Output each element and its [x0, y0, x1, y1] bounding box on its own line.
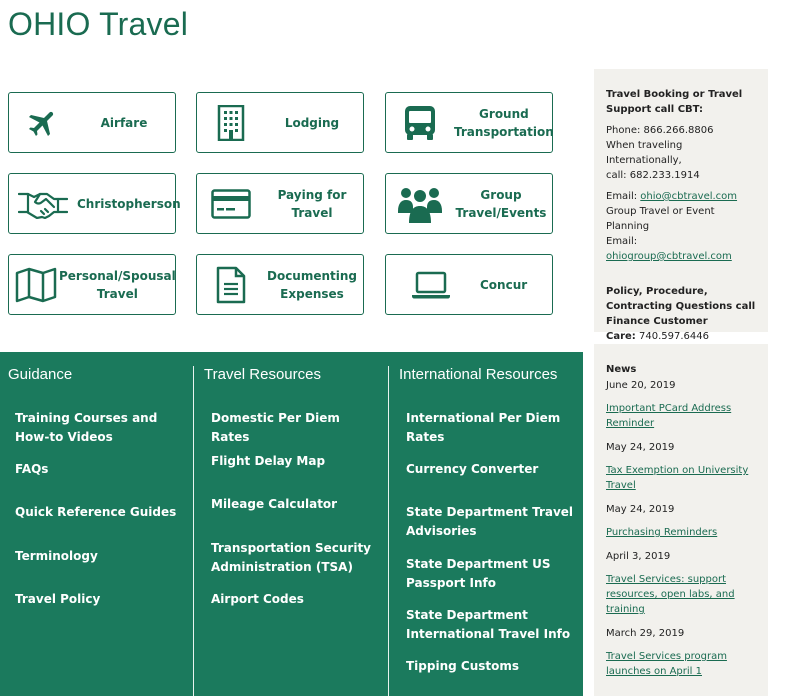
cbt-heading: Travel Booking or Travel Support call CBT… [606, 89, 743, 115]
international-resources-column: International Resources International Pe… [391, 352, 583, 696]
international-resource-link[interactable]: Currency Converter [406, 460, 576, 479]
cbt-email-line: Email: ohio@cbtravel.com [606, 191, 738, 202]
guidance-column: Guidance Training Courses and How-to Vid… [0, 352, 193, 696]
laptop-icon [386, 255, 476, 314]
tile-label: Christopherson [77, 196, 181, 211]
travel-resource-link[interactable]: Flight Delay Map [211, 452, 381, 471]
international-resources-heading: International Resources [399, 366, 558, 383]
cbt-group-email-line: Email: ohiogroup@cbtravel.com [606, 236, 732, 262]
tile-label: Personal/Spousal Travel [59, 268, 176, 301]
handshake-icon [9, 174, 77, 233]
column-divider [388, 366, 389, 696]
guidance-link[interactable]: Travel Policy [15, 590, 185, 609]
cbt-email-link[interactable]: ohio@cbtravel.com [640, 191, 737, 202]
travel-resource-link[interactable]: Airport Codes [211, 590, 381, 609]
policy-heading: Policy, Procedure, Contracting Questions … [606, 286, 756, 327]
news-link[interactable]: Purchasing Reminders [606, 525, 756, 540]
international-resource-link[interactable]: International Per Diem Rates [406, 409, 576, 447]
guidance-link[interactable]: Training Courses and How-to Videos [15, 409, 185, 447]
news-item: March 29, 2019 Travel Services program l… [606, 626, 756, 679]
guidance-link[interactable]: Terminology [15, 547, 185, 566]
international-resource-link[interactable]: State Department US Passport Info [406, 555, 576, 593]
international-resource-link[interactable]: State Department International Travel In… [406, 606, 576, 644]
travel-resource-link[interactable]: Mileage Calculator [211, 495, 381, 514]
international-resource-link[interactable]: State Department Travel Advisories [406, 503, 576, 541]
tile-lodging[interactable]: Lodging [196, 92, 364, 153]
news-date: April 3, 2019 [606, 551, 671, 562]
guidance-heading: Guidance [8, 366, 73, 383]
travel-resources-heading: Travel Resources [204, 366, 321, 383]
cbt-phone: Phone: 866.266.8806 [606, 125, 714, 136]
news-card: News June 20, 2019 Important PCard Addre… [594, 344, 768, 696]
airplane-icon [9, 93, 77, 152]
tile-paying-for-travel[interactable]: Paying for Travel [196, 173, 364, 234]
tile-airfare[interactable]: Airfare [8, 92, 176, 153]
guidance-link[interactable]: FAQs [15, 460, 185, 479]
news-heading: News [606, 364, 637, 375]
travel-tiles-grid: Airfare Lodging Ground Transportation Ch… [8, 92, 554, 316]
map-icon [9, 255, 59, 314]
news-link[interactable]: Tax Exemption on University Travel [606, 463, 756, 493]
tile-documenting-expenses[interactable]: Documenting Expenses [196, 254, 364, 315]
cbt-group-line: Group Travel or Event Planning [606, 206, 715, 232]
building-icon [197, 93, 265, 152]
news-item: June 20, 2019 Important PCard Address Re… [606, 378, 756, 431]
tile-label: Paying for Travel [277, 187, 347, 220]
bus-icon [386, 93, 454, 152]
news-link[interactable]: Travel Services: support resources, open… [606, 572, 756, 617]
news-item: May 24, 2019 Purchasing Reminders [606, 502, 756, 540]
cbt-contact-card: Travel Booking or Travel Support call CBT… [594, 69, 768, 342]
tile-christopherson[interactable]: Christopherson [8, 173, 181, 234]
travel-resources-column: Travel Resources Domestic Per Diem Rates… [196, 352, 389, 696]
tile-label: Documenting Expenses [266, 268, 358, 301]
finance-care-line: Care: 740.597.6446 [606, 331, 709, 342]
tile-label: Group Travel/Events [455, 187, 547, 220]
tile-label: Lodging [284, 115, 340, 130]
travel-resource-link[interactable]: Domestic Per Diem Rates [211, 409, 381, 447]
travel-resource-link[interactable]: Transportation Security Administration (… [211, 539, 381, 577]
news-date: May 24, 2019 [606, 504, 675, 515]
tile-ground-transportation[interactable]: Ground Transportation [385, 92, 554, 153]
news-link[interactable]: Important PCard Address Reminder [606, 401, 756, 431]
news-date: March 29, 2019 [606, 628, 685, 639]
international-resource-link[interactable]: Tipping Customs [406, 657, 576, 676]
document-icon [197, 255, 265, 314]
news-item: April 3, 2019 Travel Services: support r… [606, 549, 756, 617]
tile-label: Airfare [100, 115, 148, 130]
tile-personal-spousal-travel[interactable]: Personal/Spousal Travel [8, 254, 176, 315]
credit-card-icon [197, 174, 265, 233]
cbt-group-email-link[interactable]: ohiogroup@cbtravel.com [606, 251, 732, 262]
tile-label: Concur [480, 277, 528, 292]
tile-label: Ground Transportation [454, 106, 554, 139]
group-icon [386, 174, 454, 233]
resources-band: Guidance Training Courses and How-to Vid… [0, 352, 583, 696]
guidance-link[interactable]: Quick Reference Guides [15, 503, 185, 522]
news-date: June 20, 2019 [606, 380, 676, 391]
tile-concur[interactable]: Concur [385, 254, 553, 315]
column-divider [193, 366, 194, 696]
tile-group-travel-events[interactable]: Group Travel/Events [385, 173, 553, 234]
cbt-international: When traveling Internationally, call: 682… [606, 140, 700, 181]
news-date: May 24, 2019 [606, 442, 675, 453]
news-link[interactable]: Travel Services program launches on Apri… [606, 649, 756, 679]
news-item: May 24, 2019 Tax Exemption on University… [606, 440, 756, 493]
page-title: OHIO Travel [8, 6, 189, 42]
